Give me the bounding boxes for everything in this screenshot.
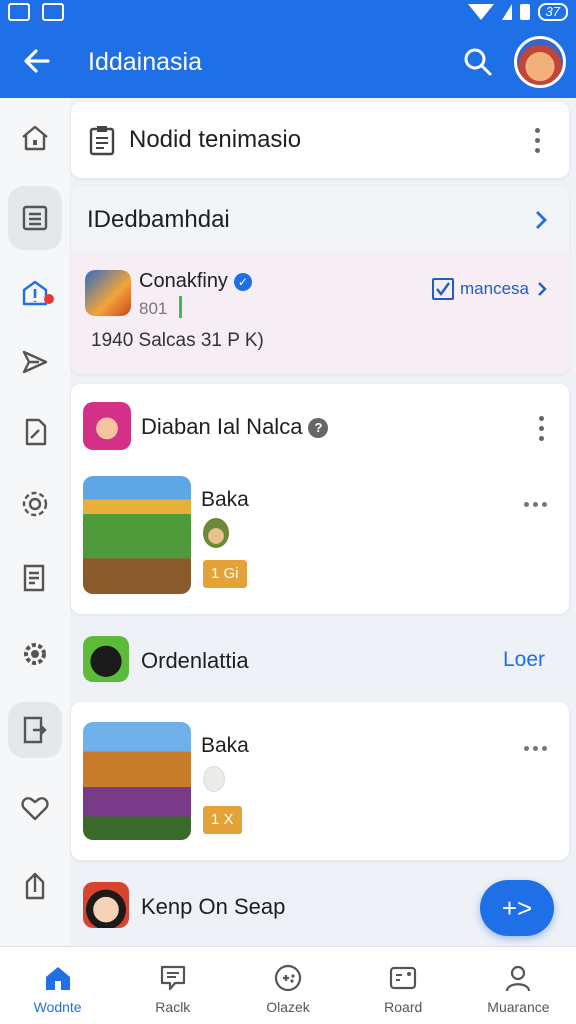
game-thumbnail[interactable] [83,476,191,594]
app-name: Conakfiny ✓ [139,270,252,293]
rating-badge: 1 X [203,806,242,834]
checkbox-icon [432,278,455,300]
heart-icon [21,797,49,821]
verified-icon: ✓ [233,272,252,291]
app-row[interactable]: Conakfiny ✓ 801 1940 Salcas 31 P K) mance… [71,254,569,374]
rail-list[interactable] [8,186,62,250]
search-icon[interactable] [462,46,494,78]
gear-icon [24,643,46,665]
app-sub: 801 [139,299,168,318]
page-title: Iddainasia [88,48,202,76]
notes-icon [23,564,45,592]
side-rail [0,98,70,946]
settings-icon [22,491,48,517]
board-icon [390,966,417,990]
home-icon [45,967,70,990]
notice-title: Nodid tenimasio [129,126,302,153]
home-icon [22,125,48,151]
wifi-icon [467,4,494,20]
more-horizontal-icon[interactable] [524,746,547,751]
avatar[interactable] [514,36,566,88]
game-title: Baka [201,734,249,757]
notice-card[interactable]: Nodid tenimasio [71,102,569,178]
battery-icon [519,4,530,20]
section-card: IDedbamhdai Conakfiny ✓ 801 1940 Salcas 3… [71,186,569,374]
more-link[interactable]: Loer [503,648,545,672]
nav-home[interactable]: Wodnte [0,947,115,1024]
list-icon [22,205,48,231]
section-header: IDedbamhdai [87,206,230,233]
list-item[interactable]: Ordenlattia Loer [71,622,569,698]
app-notification-icon [42,3,64,21]
chevron-right-icon [538,282,547,296]
message-icon [160,965,185,991]
game-thumbnail[interactable] [83,722,191,840]
rail-share[interactable] [8,854,62,918]
clipboard-icon [89,126,115,156]
rail-export[interactable] [8,702,62,758]
nav-board[interactable]: Roard [346,947,461,1024]
help-icon[interactable]: ? [308,418,329,439]
app-name: Ordenlattia [141,648,249,673]
rail-settings[interactable] [8,472,62,536]
rail-home[interactable] [8,106,62,170]
post-card: Baka 1 X [71,702,569,860]
status-bar-indicator [179,296,182,318]
more-horizontal-icon[interactable] [524,502,547,507]
more-options-icon[interactable] [533,128,541,153]
rail-favorites[interactable] [8,776,62,840]
send-icon [22,350,48,374]
person-icon [506,965,531,992]
edit-icon [25,418,47,446]
rating-badge: 1 Gi [203,560,247,588]
nav-games[interactable]: Olazek [230,947,345,1024]
game-title: Baka [201,488,249,511]
rail-send[interactable] [8,330,62,394]
app-name: Kenp On Seap [141,894,286,919]
publisher-name: Diaban Ial Nalca? [141,414,329,440]
gamepad-icon [274,964,302,992]
export-icon [23,716,47,744]
publisher-avatar [83,402,131,450]
nav-profile[interactable]: Muarance [461,947,576,1024]
signal-icon [501,4,512,20]
rail-alerts[interactable] [8,262,62,326]
rail-gear[interactable] [8,622,62,686]
character-icon [203,518,229,548]
app-bar: Iddainasia [0,26,576,98]
rail-edit[interactable] [8,400,62,464]
bottom-nav: Wodnte Raclk Olazek Roard Muarance [0,946,576,1024]
battery-level: 37 [537,3,568,21]
chevron-right-icon[interactable] [531,208,551,232]
share-icon [25,872,45,900]
app-icon [83,882,129,928]
status-bar: 37 [0,0,576,26]
manage-link[interactable]: mancesa [432,278,549,300]
manage-label: mancesa [460,279,529,298]
alert-badge [44,294,54,304]
back-arrow-icon[interactable] [20,44,54,78]
character-icon [203,766,225,792]
notification-icon [8,3,30,21]
fab-button[interactable]: +> [480,880,554,936]
app-stats: 1940 Salcas 31 P K) [91,330,264,351]
post-card: Diaban Ial Nalca? Baka 1 Gi [71,384,569,614]
app-icon [85,270,131,316]
nav-messages[interactable]: Raclk [115,947,230,1024]
rail-notes[interactable] [8,546,62,610]
more-options-icon[interactable] [537,416,545,441]
app-icon [83,636,129,682]
